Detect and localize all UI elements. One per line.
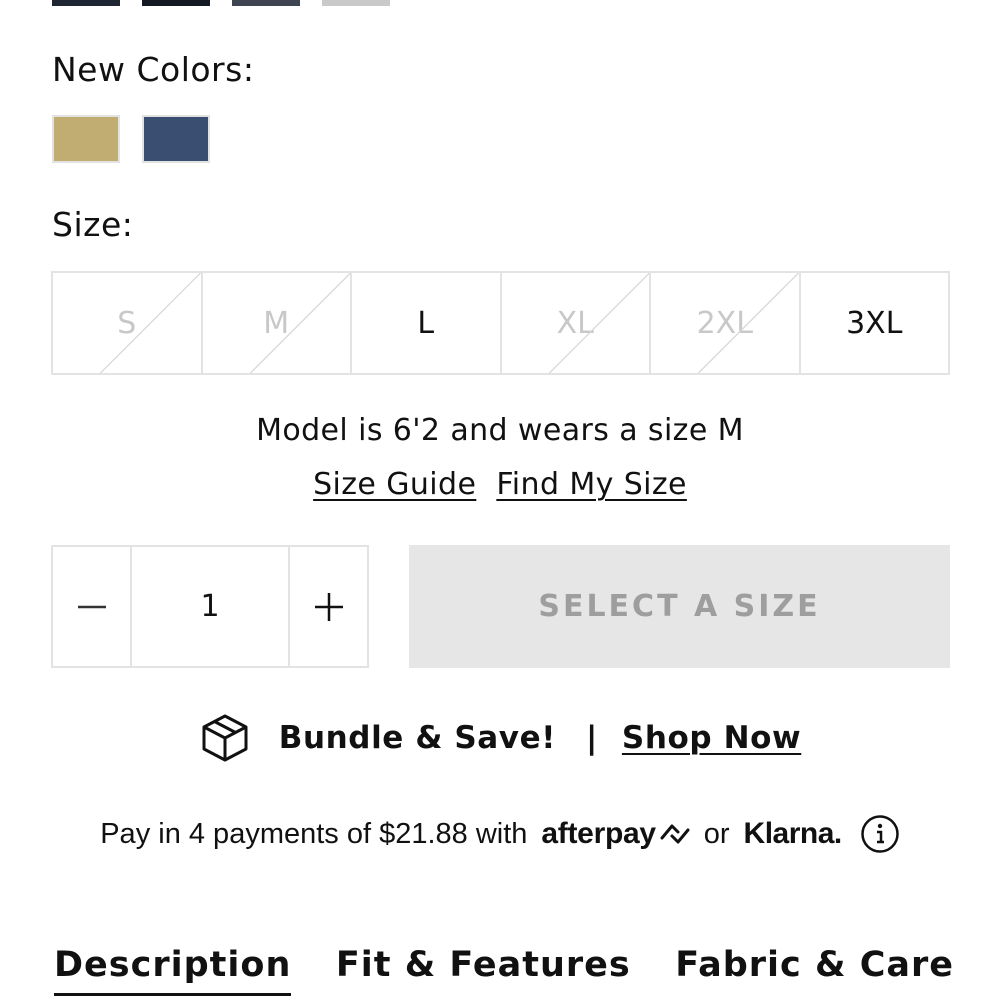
plus-icon (314, 592, 343, 621)
new-color-swatches (52, 115, 210, 163)
unavailable-slash (651, 273, 799, 373)
unavailable-slash (203, 273, 351, 373)
unavailable-slash (502, 273, 650, 373)
size-option-label: 3XL (846, 305, 903, 341)
size-option-s[interactable]: S (53, 273, 203, 373)
size-option-l[interactable]: L (352, 273, 502, 373)
size-option-label: L (417, 305, 435, 341)
find-my-size-link[interactable]: Find My Size (496, 467, 687, 502)
tab-fabric-care[interactable]: Fabric & Care (675, 945, 954, 996)
new-colors-label: New Colors: (52, 50, 255, 89)
add-to-cart-button[interactable]: SELECT A SIZE (409, 545, 950, 668)
color-swatch[interactable] (142, 0, 210, 6)
info-icon[interactable] (860, 814, 900, 854)
color-swatch[interactable] (322, 0, 390, 6)
unavailable-slash (53, 273, 201, 373)
bundle-text: Bundle & Save! (278, 720, 556, 756)
shop-now-link[interactable]: Shop Now (622, 720, 801, 756)
tab-description[interactable]: Description (54, 945, 292, 996)
afterpay-arrows-icon (660, 824, 690, 844)
size-option-2xl[interactable]: 2XL (651, 273, 801, 373)
bundle-separator: | (585, 720, 598, 756)
previous-color-swatches (52, 0, 390, 6)
model-size-note: Model is 6'2 and wears a size M (256, 413, 744, 448)
size-label: Size: (52, 205, 134, 244)
payment-options: Pay in 4 payments of $21.88 with afterpa… (0, 814, 1000, 854)
product-info-tabs: Description Fit & Features Fabric & Care (54, 945, 954, 996)
size-option-m[interactable]: M (203, 273, 352, 373)
or-text: or (703, 817, 730, 850)
color-swatch-navy[interactable] (142, 115, 210, 163)
size-option-3xl[interactable]: 3XL (801, 273, 949, 373)
size-guide-link[interactable]: Size Guide (313, 467, 476, 502)
tab-fit-features[interactable]: Fit & Features (336, 945, 631, 996)
quantity-value[interactable]: 1 (130, 547, 290, 666)
box-icon (202, 714, 248, 762)
color-swatch-khaki[interactable] (52, 115, 120, 163)
bundle-promo: Bundle & Save! | Shop Now (0, 712, 1000, 764)
increase-quantity-button[interactable] (290, 547, 367, 666)
color-swatch[interactable] (232, 0, 300, 6)
size-selector: S M L XL 2XL 3XL (51, 271, 950, 375)
size-option-xl[interactable]: XL (502, 273, 651, 373)
decrease-quantity-button[interactable] (53, 547, 130, 666)
afterpay-logo-text: afterpay (541, 817, 656, 850)
klarna-logo-text: Klarna. (743, 817, 843, 850)
color-swatch[interactable] (52, 0, 120, 6)
pay-in-4-text: Pay in 4 payments of $21.88 with (100, 817, 528, 850)
size-links: Size Guide Find My Size (0, 467, 1000, 502)
minus-icon (77, 605, 106, 608)
quantity-stepper: 1 (51, 545, 369, 668)
